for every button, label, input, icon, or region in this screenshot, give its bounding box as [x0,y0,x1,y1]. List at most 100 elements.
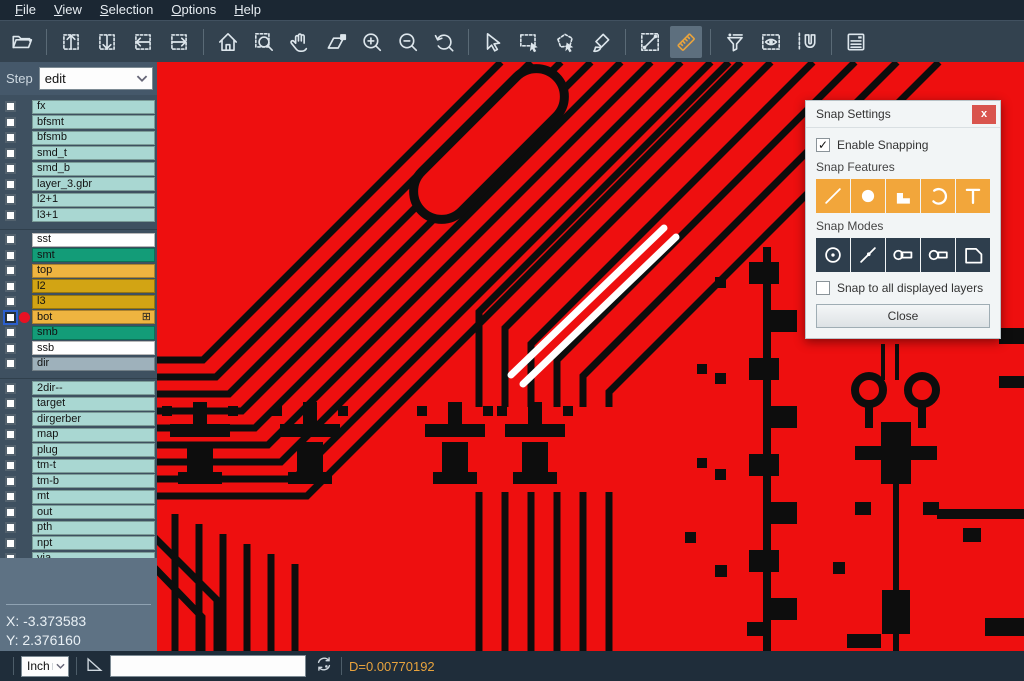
layer-visibility-checkbox[interactable] [5,460,16,471]
layer-row[interactable]: l2 [0,279,157,295]
layer-row[interactable]: l2+1 [0,192,157,208]
units-dropdown[interactable]: Inch [21,656,69,677]
snap-feature-surface-button[interactable] [886,179,920,213]
zoom-area-button[interactable] [320,26,352,58]
step-dropdown[interactable]: edit [39,67,153,90]
layer-row[interactable]: tm-t [0,458,157,474]
snap-feature-pad-button[interactable] [851,179,885,213]
layer-name-chip[interactable]: sst [32,233,155,247]
measure-input[interactable] [110,655,306,677]
layer-name-chip[interactable]: top [32,264,155,278]
layer-name-chip[interactable]: bot ⊞ [32,310,155,324]
zoom-in-button[interactable] [356,26,388,58]
layer-list-panel-button[interactable] [840,26,872,58]
layer-name-chip[interactable]: pth [32,521,155,535]
zoom-previous-button[interactable] [428,26,460,58]
layer-visibility-checkbox[interactable] [5,491,16,502]
layer-name-chip[interactable]: l3+1 [32,208,155,222]
layer-row[interactable]: map [0,427,157,443]
layer-name-chip[interactable]: dirgerber [32,412,155,426]
angle-tool-button[interactable] [84,654,104,679]
menu-file[interactable]: File [6,0,45,20]
measure-ruler-button[interactable] [670,26,702,58]
snap-mode-center-button[interactable] [816,238,850,272]
layer-row[interactable]: smd_t [0,146,157,162]
layer-visibility-checkbox[interactable] [5,327,16,338]
layer-row[interactable]: l3 [0,294,157,310]
layer-visibility-checkbox[interactable] [5,343,16,354]
close-button[interactable]: Close [816,304,990,328]
layer-row[interactable]: top [0,263,157,279]
layer-name-chip[interactable]: mt [32,490,155,504]
layer-name-chip[interactable]: bfsmt [32,115,155,129]
layer-visibility-checkbox[interactable] [5,507,16,518]
layer-name-chip[interactable]: bfsmb [32,131,155,145]
layer-row[interactable]: pth [0,520,157,536]
layer-name-chip[interactable]: fx [32,100,155,114]
layer-visibility-checkbox[interactable] [5,132,16,143]
brush-select-button[interactable] [585,26,617,58]
layer-name-chip[interactable]: target [32,397,155,411]
snap-mode-slot-center-button[interactable] [886,238,920,272]
layer-row[interactable]: dirgerber [0,412,157,428]
layer-row[interactable]: dir [0,356,157,372]
layer-row[interactable]: smt [0,248,157,264]
filter-button[interactable] [719,26,751,58]
layer-row[interactable]: mt [0,489,157,505]
layer-name-chip[interactable]: smd_t [32,146,155,160]
layer-visibility-checkbox[interactable] [5,414,16,425]
layer-name-chip[interactable]: tm-t [32,459,155,473]
measure-line-button[interactable] [634,26,666,58]
layer-visibility-checkbox[interactable] [5,163,16,174]
layer-name-chip[interactable]: map [32,428,155,442]
snap-feature-arc-button[interactable] [921,179,955,213]
layer-name-chip[interactable]: npt [32,536,155,550]
rectangle-select-button[interactable] [513,26,545,58]
shift-view-right-button[interactable] [163,26,195,58]
zoom-home-button[interactable] [212,26,244,58]
layer-visibility-checkbox[interactable] [5,445,16,456]
layer-visibility-checkbox[interactable] [5,538,16,549]
dialog-close-button[interactable]: x [972,105,996,124]
pan-hand-button[interactable] [284,26,316,58]
layer-row[interactable]: via [0,551,157,558]
layer-row[interactable]: l3+1 [0,208,157,224]
layer-row[interactable]: 2dir-- [0,381,157,397]
layer-visibility-checkbox[interactable] [5,429,16,440]
menu-view[interactable]: View [45,0,91,20]
enable-snapping-checkbox[interactable] [816,138,830,152]
snap-mode-slot-end-button[interactable] [921,238,955,272]
layer-visibility-checkbox[interactable] [5,476,16,487]
layer-row[interactable]: smb [0,325,157,341]
layer-row[interactable]: sst [0,232,157,248]
zoom-out-button[interactable] [392,26,424,58]
menu-help[interactable]: Help [225,0,270,20]
layer-row[interactable]: target [0,396,157,412]
layer-row[interactable]: smd_b [0,161,157,177]
layer-name-chip[interactable]: ssb [32,341,155,355]
layer-visibility-checkbox[interactable] [5,383,16,394]
layer-name-chip[interactable]: tm-b [32,474,155,488]
layer-name-chip[interactable]: l3 [32,295,155,309]
layer-name-chip[interactable]: smt [32,248,155,262]
layer-name-chip[interactable]: out [32,505,155,519]
layer-visibility-checkbox[interactable] [5,234,16,245]
layer-row[interactable]: bfsmb [0,130,157,146]
menu-options[interactable]: Options [162,0,225,20]
snap-feature-text-button[interactable] [956,179,990,213]
layer-row[interactable]: ssb [0,341,157,357]
layer-name-chip[interactable]: smb [32,326,155,340]
layer-visibility-checkbox[interactable] [5,398,16,409]
layer-visibility-checkbox[interactable] [5,194,16,205]
layer-visibility-checkbox[interactable] [5,210,16,221]
layer-visibility-checkbox[interactable] [5,250,16,261]
layer-visibility-checkbox[interactable] [5,179,16,190]
snap-settings-button[interactable] [791,26,823,58]
layer-name-chip[interactable]: plug [32,443,155,457]
open-folder-button[interactable] [6,26,38,58]
refresh-measure-button[interactable] [314,654,334,679]
layer-row[interactable]: bot ⊞ [0,310,157,326]
shift-view-left-button[interactable] [127,26,159,58]
layer-row[interactable]: npt [0,536,157,552]
layer-visibility-checkbox[interactable] [5,148,16,159]
